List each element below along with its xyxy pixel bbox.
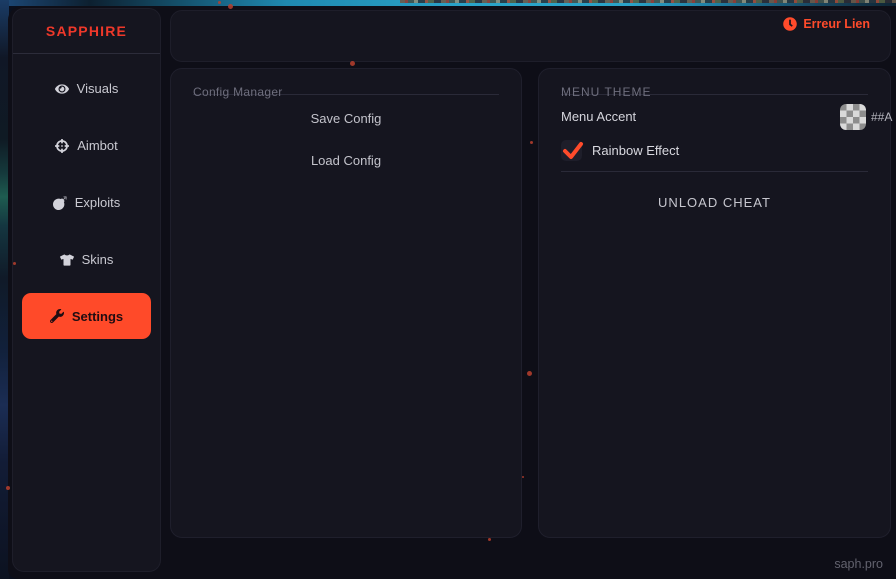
- clock-icon: [783, 17, 797, 31]
- sidebar-item-label: Aimbot: [77, 138, 117, 153]
- menu-accent-label: Menu Accent: [561, 101, 868, 133]
- sidebar-item-exploits[interactable]: Exploits: [13, 174, 160, 231]
- particle-dot: [522, 476, 524, 478]
- crosshair-icon: [55, 139, 69, 153]
- particle-dot: [13, 262, 16, 265]
- unload-cheat-button[interactable]: UNLOAD CHEAT: [561, 184, 868, 220]
- top-bar: Erreur Lien: [170, 10, 891, 62]
- error-notification-label: Erreur Lien: [803, 17, 870, 31]
- rainbow-effect-row: Rainbow Effect: [561, 139, 868, 161]
- sidebar-item-skins[interactable]: Skins: [13, 231, 160, 288]
- config-manager-title: Config Manager: [193, 69, 499, 85]
- particle-dot: [218, 1, 221, 4]
- sidebar-item-label: Visuals: [77, 81, 119, 96]
- config-manager-panel: Config Manager Save Config Load Config: [170, 68, 522, 538]
- sidebar-item-aimbot[interactable]: Aimbot: [13, 117, 160, 174]
- error-notification[interactable]: Erreur Lien: [783, 17, 870, 31]
- brand-title: SAPPHIRE: [13, 9, 160, 53]
- particle-dot: [527, 371, 532, 376]
- particle-dot: [228, 4, 233, 9]
- particle-dot: [530, 141, 533, 144]
- tshirt-icon: [60, 253, 74, 267]
- particle-dot: [350, 61, 355, 66]
- wrench-icon: [50, 309, 64, 323]
- sidebar-item-label: Settings: [72, 309, 123, 324]
- check-icon: [560, 137, 586, 163]
- watermark: saph.pro: [834, 557, 883, 571]
- cheat-menu-window: SAPPHIRE Visuals Aimbot Exploits Skins: [8, 6, 896, 579]
- sidebar-item-settings[interactable]: Settings: [22, 293, 151, 339]
- backdrop-pixel-noise: [400, 0, 896, 3]
- particle-dot: [6, 486, 10, 490]
- sidebar-item-label: Exploits: [75, 195, 121, 210]
- save-config-button[interactable]: Save Config: [193, 97, 499, 139]
- menu-theme-title: MENU THEME: [561, 69, 868, 85]
- eye-icon: [55, 82, 69, 96]
- bomb-icon: [53, 196, 67, 210]
- menu-accent-row: Menu Accent ##A: [561, 101, 868, 133]
- sidebar-nav: Visuals Aimbot Exploits Skins Settings: [13, 54, 160, 339]
- rainbow-effect-label: Rainbow Effect: [592, 143, 679, 158]
- load-config-button[interactable]: Load Config: [193, 139, 499, 181]
- menu-theme-panel: MENU THEME Menu Accent ##A Rainbow Effec…: [538, 68, 891, 538]
- color-picker-swatch[interactable]: [840, 104, 866, 130]
- sidebar-item-visuals[interactable]: Visuals: [13, 60, 160, 117]
- menu-accent-value: ##A: [871, 110, 892, 124]
- sidebar-item-label: Skins: [82, 252, 114, 267]
- sidebar: SAPPHIRE Visuals Aimbot Exploits Skins: [12, 8, 161, 572]
- rainbow-checkbox[interactable]: [561, 140, 582, 161]
- panel-divider: [561, 171, 868, 172]
- particle-dot: [488, 538, 491, 541]
